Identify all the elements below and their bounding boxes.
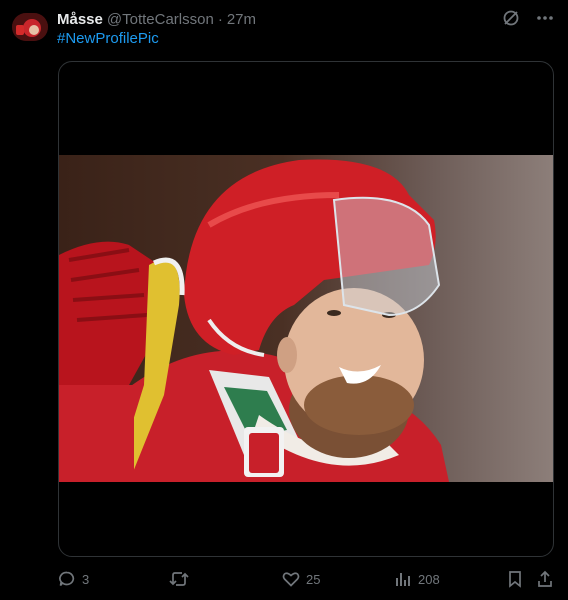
reply-button[interactable]: 3 (58, 566, 89, 592)
more-icon[interactable] (536, 9, 554, 27)
avatar[interactable] (12, 13, 48, 41)
display-name[interactable]: Måsse (57, 11, 103, 28)
retweet-button[interactable] (169, 566, 195, 592)
bookmark-icon (506, 570, 524, 588)
like-count: 25 (306, 571, 321, 587)
separator-dot: · (217, 10, 223, 28)
tweet-media[interactable] (58, 61, 554, 557)
tweet[interactable]: Måsse @TotteCarlsson · 27m #NewProfilePi… (0, 0, 568, 600)
tweet-top-icons (502, 9, 554, 27)
share-button[interactable] (536, 566, 554, 592)
grok-icon[interactable] (502, 9, 520, 27)
bookmark-button[interactable] (506, 566, 524, 592)
share-icon (536, 570, 554, 588)
user-handle[interactable]: @TotteCarlsson (107, 11, 214, 28)
reply-icon (58, 570, 76, 588)
reply-count: 3 (82, 571, 90, 587)
tweet-actions: 3 25 208 (58, 566, 554, 592)
views-count: 208 (418, 571, 440, 587)
hashtag-link[interactable]: #NewProfilePic (57, 30, 159, 47)
timestamp[interactable]: 27m (227, 11, 256, 28)
like-button[interactable]: 25 (282, 566, 320, 592)
views-button[interactable]: 208 (394, 566, 440, 592)
profile-photo (59, 155, 553, 482)
views-icon (394, 570, 412, 588)
like-icon (282, 570, 300, 588)
tweet-header: Måsse @TotteCarlsson · 27m (57, 9, 256, 29)
retweet-icon (169, 570, 189, 588)
